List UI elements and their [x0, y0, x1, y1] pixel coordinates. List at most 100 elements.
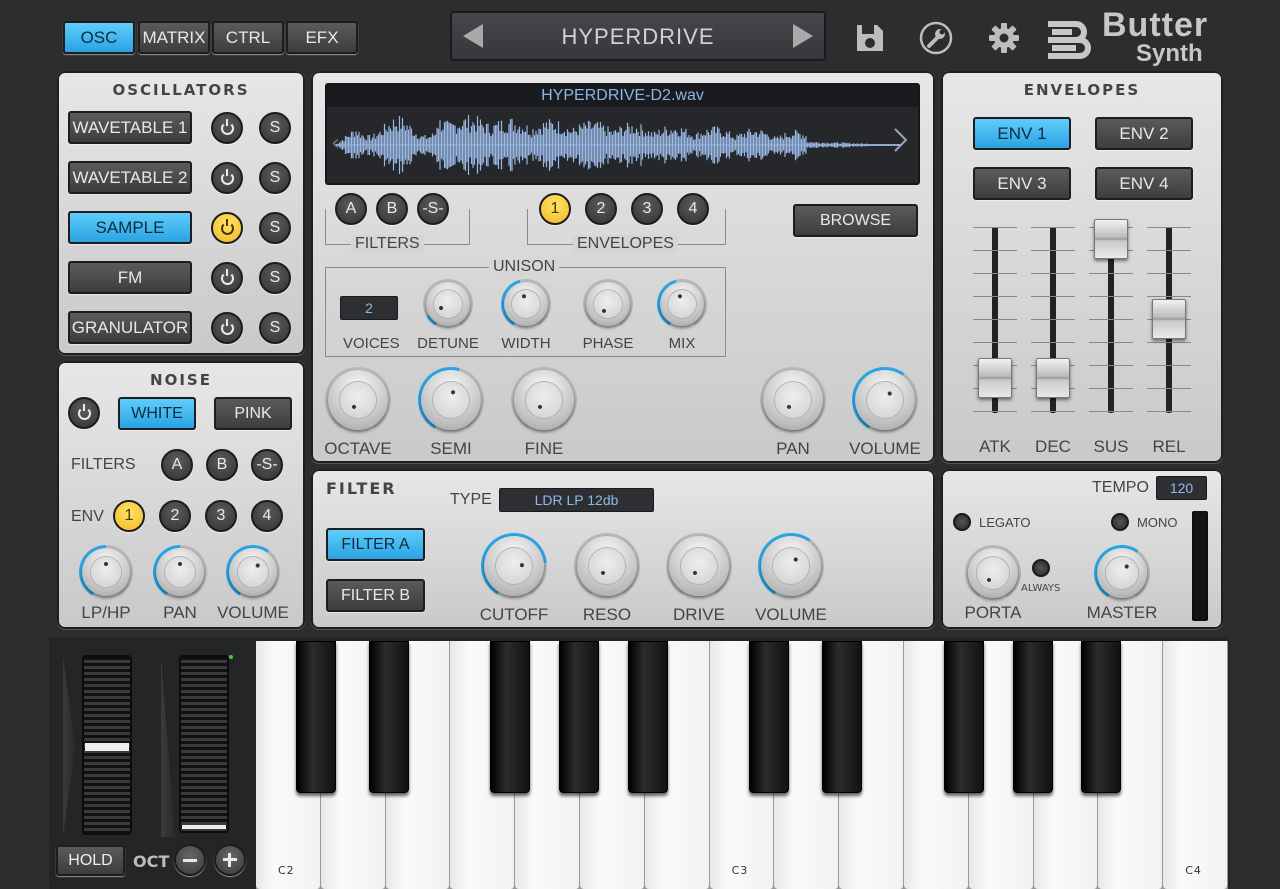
sample-env-2-button[interactable]: 2 — [585, 193, 617, 225]
piano-black-key[interactable] — [559, 641, 599, 793]
filter-volume-knob[interactable] — [758, 533, 824, 599]
waveform-prev-button[interactable]: ‹ — [331, 131, 351, 159]
tab-ctrl[interactable]: CTRL — [212, 21, 284, 54]
tab-osc[interactable]: OSC — [63, 21, 135, 54]
waveform-next-button[interactable] — [892, 125, 912, 155]
piano-black-key[interactable] — [822, 641, 863, 793]
noise-env-2-button[interactable]: 2 — [159, 500, 191, 532]
tempo-display[interactable]: 120 — [1156, 476, 1207, 500]
porta-knob[interactable] — [965, 545, 1021, 601]
envelope-sus-fader-cap[interactable] — [1094, 219, 1128, 259]
hold-button[interactable]: HOLD — [56, 845, 125, 876]
piano-black-key[interactable] — [1012, 641, 1053, 793]
noise-filter-b-button[interactable]: B — [206, 449, 238, 481]
oscillator-solo-button[interactable]: S — [259, 212, 291, 244]
piano-black-key[interactable] — [749, 641, 790, 793]
noise-pink-button[interactable]: PINK — [214, 397, 292, 430]
sample-fine-knob[interactable] — [511, 367, 577, 433]
app-logo: Butter Synth — [1044, 6, 1234, 68]
oscillator-wavetable-1-button[interactable]: WAVETABLE 1 — [68, 111, 192, 144]
filter-cutoff-knob[interactable] — [481, 533, 547, 599]
unison-mix-knob[interactable] — [657, 279, 707, 329]
oscillator-solo-button[interactable]: S — [259, 112, 291, 144]
octave-down-button[interactable] — [174, 844, 206, 876]
envelope-atk-fader[interactable] — [973, 227, 1017, 413]
oscillator-power-button[interactable] — [211, 212, 243, 244]
oscillator-solo-button[interactable]: S — [259, 262, 291, 294]
next-preset-button[interactable] — [788, 23, 818, 49]
mod-wheel[interactable] — [179, 655, 229, 833]
oscillator-fm-button[interactable]: FM — [68, 261, 192, 294]
noise-filter-a-button[interactable]: A — [161, 449, 193, 481]
sample-fine-knob-indicator — [537, 404, 543, 410]
octave-up-button[interactable] — [214, 844, 246, 876]
unison-knobs: DETUNE WIDTH PHASE MIX — [311, 279, 731, 359]
oscillator-power-button[interactable] — [211, 162, 243, 194]
tab-matrix[interactable]: MATRIX — [138, 21, 210, 54]
envelope-dec-fader-cap[interactable] — [1036, 357, 1070, 398]
envelope-3-button[interactable]: ENV 3 — [973, 167, 1071, 200]
sample-semi-knob[interactable] — [418, 367, 484, 433]
filter-type-selector[interactable]: LDR LP 12db — [499, 488, 654, 512]
noise-env-3-button[interactable]: 3 — [205, 500, 237, 532]
envelope-1-button[interactable]: ENV 1 — [973, 117, 1071, 150]
noise-env-1-button[interactable]: 1 — [113, 500, 145, 532]
oscillator-power-button[interactable] — [211, 112, 243, 144]
piano-black-key[interactable] — [295, 641, 336, 793]
sample-filter-b-button[interactable]: B — [376, 193, 408, 225]
tab-efx[interactable]: EFX — [286, 21, 358, 54]
piano-black-key[interactable] — [368, 641, 409, 793]
noise-env-4-button[interactable]: 4 — [251, 500, 283, 532]
noise-white-button[interactable]: WHITE — [118, 397, 196, 430]
sample-env-4-button[interactable]: 4 — [677, 193, 709, 225]
legato-button[interactable] — [953, 513, 971, 531]
sample-octave-knob[interactable] — [325, 367, 391, 433]
oscillator-wavetable-2-button[interactable]: WAVETABLE 2 — [68, 161, 192, 194]
filter-reso-knob[interactable] — [574, 533, 640, 599]
oscillator-sample-button[interactable]: SAMPLE — [68, 211, 192, 244]
save-button[interactable] — [852, 20, 888, 56]
sample-volume-knob[interactable] — [852, 367, 918, 433]
sample-filter-a-button[interactable]: A — [335, 193, 367, 225]
filter-drive-knob[interactable] — [666, 533, 732, 599]
tools-button[interactable] — [918, 20, 954, 56]
settings-button[interactable] — [986, 20, 1022, 56]
oscillator-power-button[interactable] — [211, 262, 243, 294]
unison-width-knob-indicator — [521, 293, 527, 299]
sample-env-3-button[interactable]: 3 — [631, 193, 663, 225]
envelope-rel-fader-cap[interactable] — [1152, 299, 1186, 340]
pitch-bend-wheel[interactable] — [82, 655, 132, 835]
browse-button[interactable]: BROWSE — [793, 204, 918, 237]
piano-black-key[interactable] — [943, 641, 984, 793]
piano-black-key[interactable] — [1081, 641, 1122, 793]
envelope-buttons: ENV 1 ENV 2 ENV 3 ENV 4 — [941, 71, 1223, 211]
sample-pan-knob[interactable] — [760, 367, 826, 433]
envelopes-panel: ENVELOPES ENV 1 ENV 2 ENV 3 ENV 4 ATK DEC SUS… — [941, 71, 1223, 463]
envelope-rel-fader[interactable] — [1147, 227, 1191, 413]
piano-white-key[interactable] — [1163, 641, 1228, 889]
envelope-2-button[interactable]: ENV 2 — [1095, 117, 1193, 150]
noise-power-button[interactable] — [68, 397, 100, 429]
envelope-sus-fader[interactable] — [1089, 219, 1133, 413]
oscillator-solo-button[interactable]: S — [259, 312, 291, 344]
envelope-4-button[interactable]: ENV 4 — [1095, 167, 1193, 200]
oscillator-solo-button[interactable]: S — [259, 162, 291, 194]
sample-filter-s-button[interactable]: -S- — [417, 193, 449, 225]
noise-volume-knob[interactable] — [226, 545, 280, 599]
master-volume-knob[interactable] — [1094, 545, 1150, 601]
noise-filter-s-button[interactable]: -S- — [251, 449, 283, 481]
envelope-dec-fader[interactable] — [1031, 227, 1075, 413]
envelope-atk-fader-cap[interactable] — [978, 357, 1012, 398]
unison-detune-knob[interactable] — [423, 279, 473, 329]
previous-preset-button[interactable] — [458, 23, 488, 49]
oscillator-power-button[interactable] — [211, 312, 243, 344]
unison-width-knob[interactable] — [501, 279, 551, 329]
mono-button[interactable] — [1111, 513, 1129, 531]
piano-black-key[interactable] — [627, 641, 668, 793]
piano-black-key[interactable] — [490, 641, 531, 793]
unison-phase-knob[interactable] — [583, 279, 633, 329]
noise-lp-hp-knob[interactable] — [79, 545, 133, 599]
oscillator-granulator-button[interactable]: GRANULATOR — [68, 311, 192, 344]
noise-pan-knob[interactable] — [153, 545, 207, 599]
sample-env-1-button[interactable]: 1 — [539, 193, 571, 225]
